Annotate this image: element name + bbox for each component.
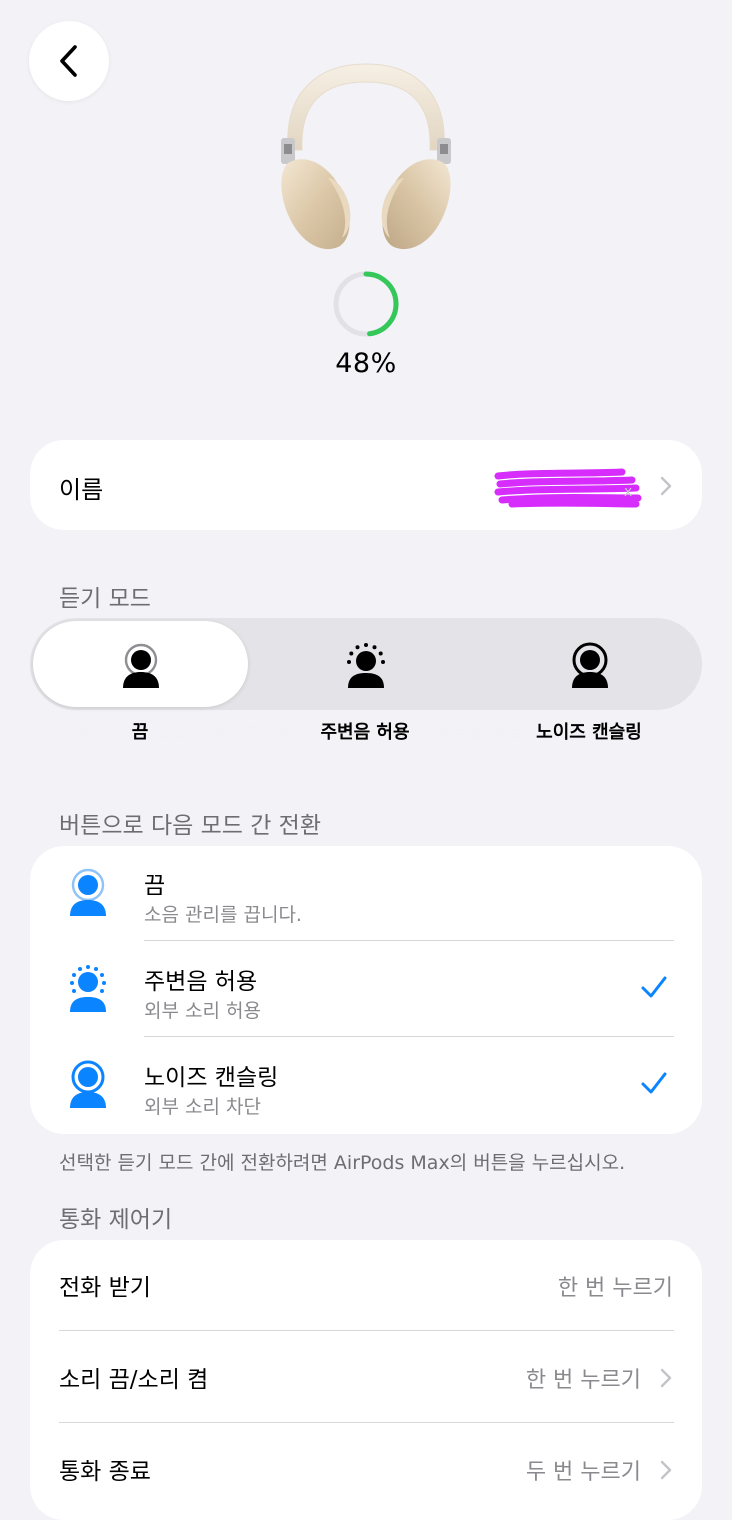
name-label: 이름 <box>59 476 104 504</box>
chevron-right-icon <box>660 476 672 496</box>
svg-text:x: x <box>624 484 632 500</box>
switch-row-off[interactable]: 끔 소음 관리를 끕니다. <box>30 846 702 942</box>
call-row-answer[interactable]: 전화 받기 한 번 누르기 <box>30 1240 702 1332</box>
person-off-icon <box>123 643 159 688</box>
switch-title: 노이즈 캔슬링 <box>144 1065 279 1091</box>
call-row-end[interactable]: 통화 종료 두 번 누르기 <box>30 1424 702 1516</box>
switch-subtitle: 소음 관리를 끕니다. <box>144 904 302 926</box>
chevron-right-icon <box>660 1460 672 1480</box>
switch-title: 끔 <box>144 873 166 899</box>
person-transparency-icon <box>347 643 385 688</box>
mode-label-noise-cancellation: 노이즈 캔슬링 <box>536 722 642 743</box>
checkmark-icon <box>641 1072 667 1094</box>
mode-option-noise-cancellation[interactable] <box>567 642 613 688</box>
person-noise-cancel-icon <box>572 642 608 688</box>
call-label: 통화 종료 <box>59 1459 151 1485</box>
person-noise-cancel-icon <box>70 1060 106 1108</box>
button-switch-title: 버튼으로 다음 모드 간 전환 <box>59 813 322 839</box>
switch-row-noise-cancellation[interactable]: 노이즈 캔슬링 외부 소리 차단 <box>30 1038 702 1134</box>
battery-percent: 48% <box>335 348 397 379</box>
button-switch-footnote: 선택한 듣기 모드 간에 전환하려면 AirPods Max의 버튼을 누르십시… <box>59 1152 626 1174</box>
call-row-mute[interactable]: 소리 끔/소리 켬 한 번 누르기 <box>30 1332 702 1424</box>
person-off-icon <box>70 868 106 916</box>
checkmark-icon <box>641 976 667 998</box>
chevron-left-icon <box>60 45 77 77</box>
divider <box>59 1330 674 1331</box>
call-label: 소리 끔/소리 켬 <box>59 1367 209 1393</box>
airpods-max-image <box>281 63 451 250</box>
mode-label-off: 끔 <box>131 722 149 743</box>
button-switch-list: 끔 소음 관리를 끕니다. 주변음 허용 외부 소리 허용 노이즈 캔슬링 외부… <box>30 846 702 1134</box>
switch-subtitle: 외부 소리 차단 <box>144 1096 261 1118</box>
switch-title: 주변음 허용 <box>144 969 258 995</box>
person-transparency-icon <box>70 965 106 1012</box>
chevron-right-icon <box>660 1368 672 1388</box>
divider <box>144 940 674 941</box>
battery-ring <box>333 271 399 337</box>
listening-mode-title: 듣기 모드 <box>59 586 151 612</box>
call-value: 한 번 누르기 <box>525 1368 641 1393</box>
mode-label-transparency: 주변음 허용 <box>320 722 410 743</box>
call-label: 전화 받기 <box>59 1275 151 1301</box>
divider <box>144 1036 674 1037</box>
mode-option-off[interactable] <box>118 642 164 688</box>
name-row[interactable]: 이름 x <box>30 440 702 530</box>
mode-option-transparency[interactable] <box>343 642 389 688</box>
divider <box>59 1422 674 1423</box>
call-value: 두 번 누르기 <box>525 1460 641 1485</box>
switch-row-transparency[interactable]: 주변음 허용 외부 소리 허용 <box>30 942 702 1038</box>
redacted-name-scribble: x <box>494 468 642 508</box>
switch-subtitle: 외부 소리 허용 <box>144 1000 261 1022</box>
call-controls-title: 통화 제어기 <box>59 1207 173 1233</box>
call-controls-list: 전화 받기 한 번 누르기 소리 끔/소리 켬 한 번 누르기 통화 종료 두 … <box>30 1240 702 1520</box>
call-value: 한 번 누르기 <box>557 1276 673 1301</box>
listening-mode-segmented-control <box>30 618 702 710</box>
back-button[interactable] <box>29 21 109 101</box>
